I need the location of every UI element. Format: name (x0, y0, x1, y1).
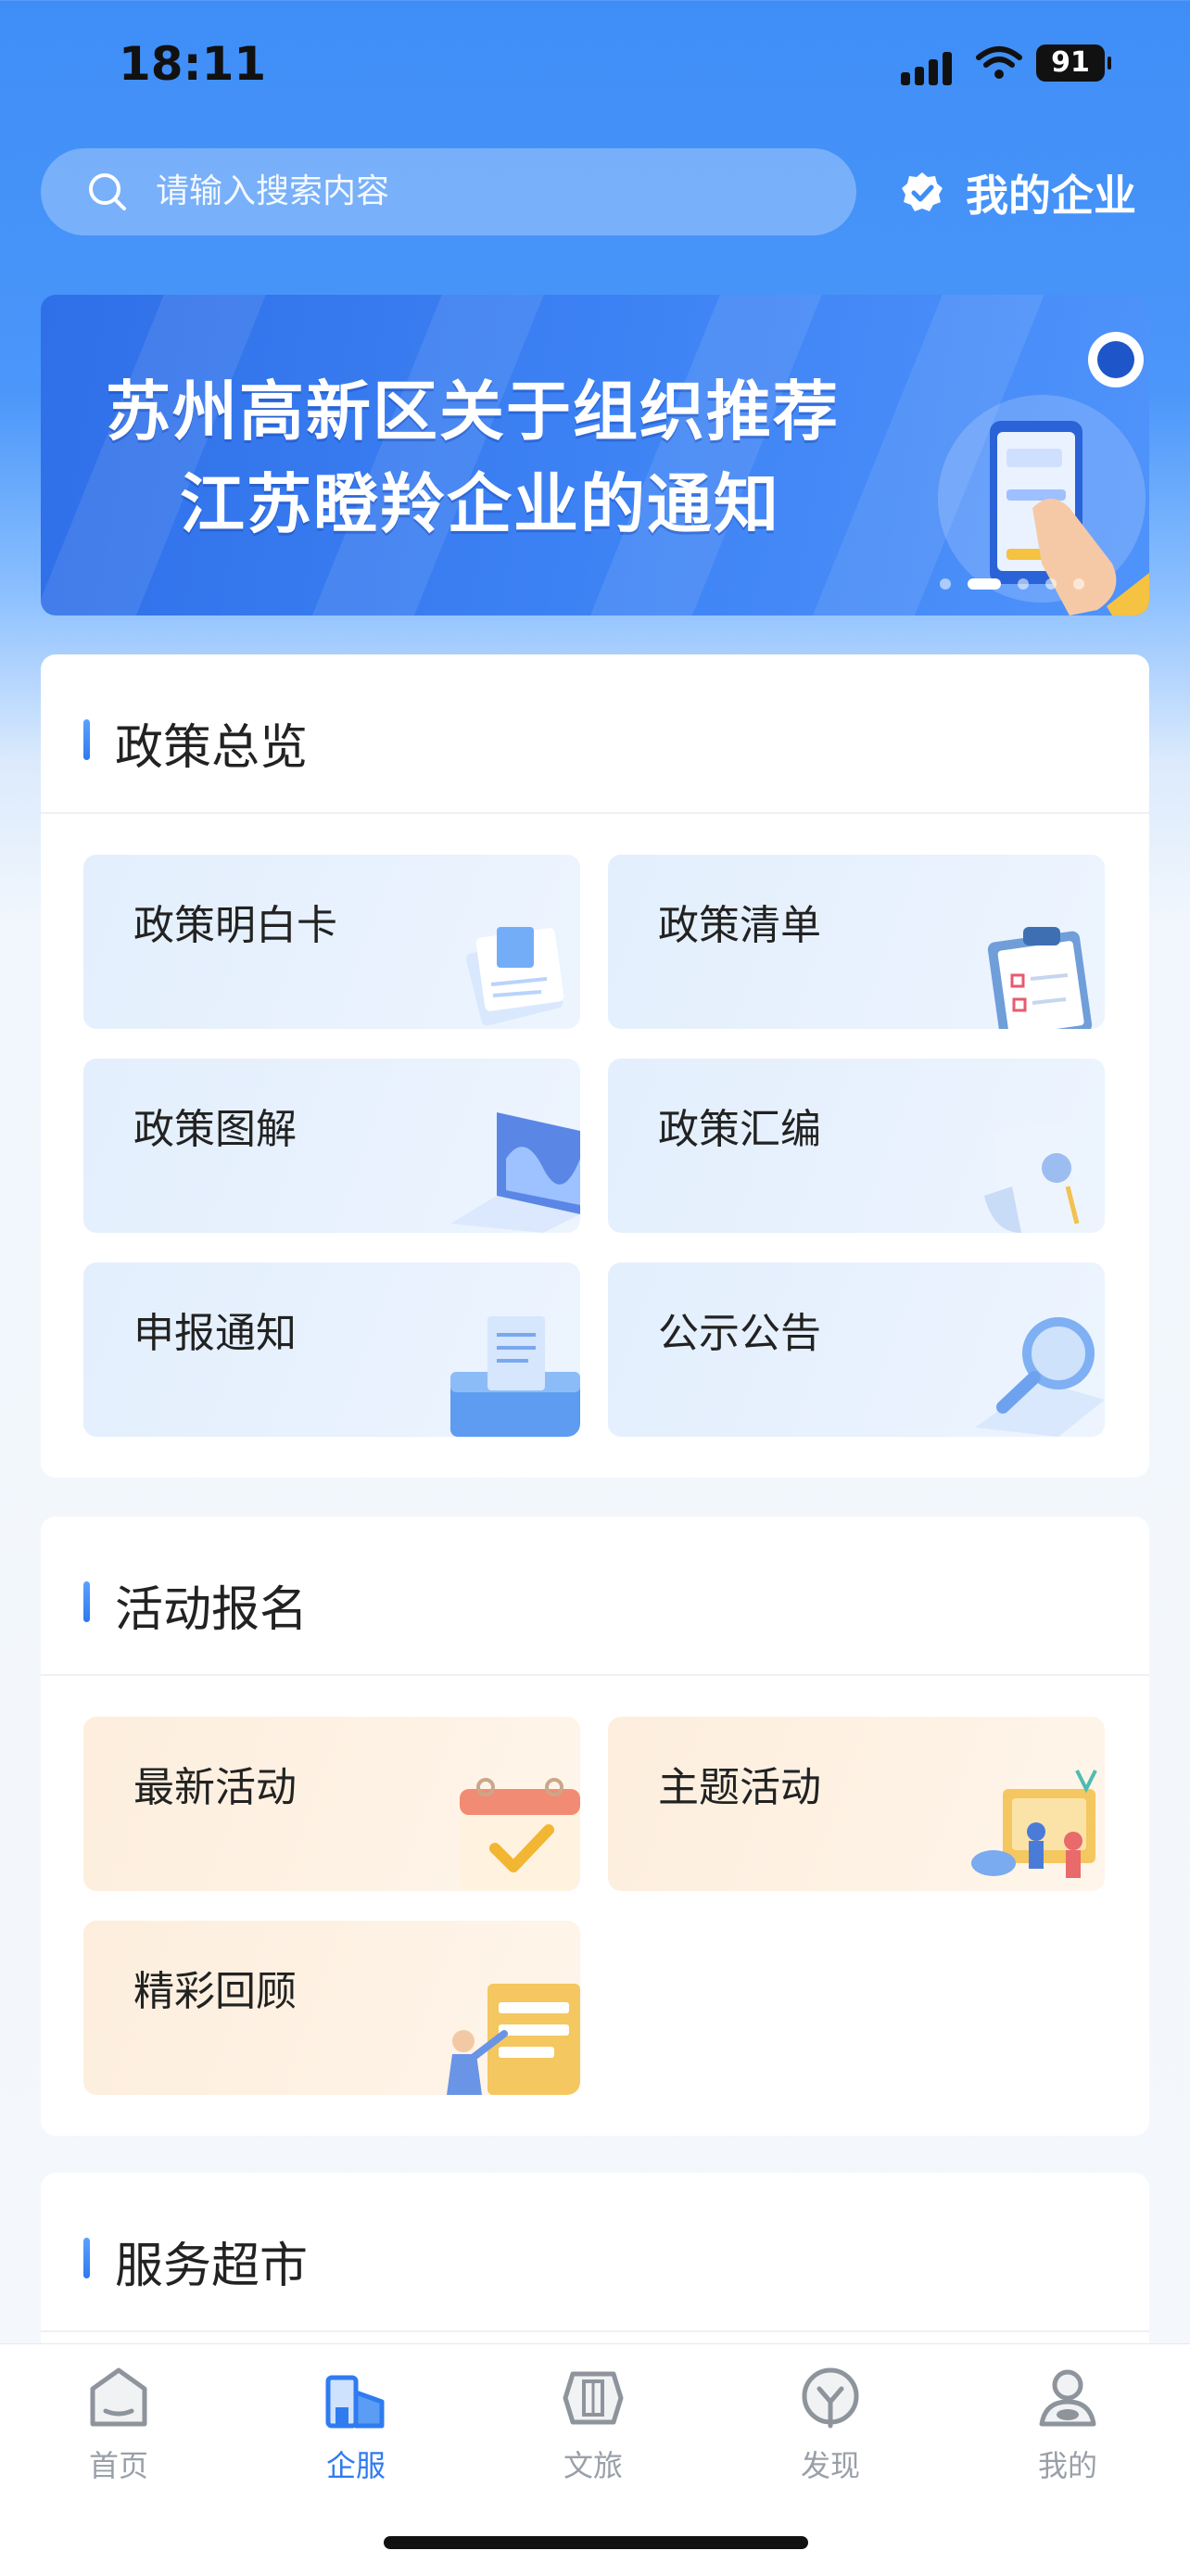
my-company-button[interactable]: 我的企业 (899, 158, 1136, 228)
banner-pagination (940, 578, 1084, 590)
banner-headline-line1: 苏州高新区关于组织推荐 (106, 374, 840, 450)
tile-label: 公示公告 (658, 1310, 821, 1357)
news-banner[interactable]: 苏州高新区关于组织推荐 江苏瞪羚企业的通知 (41, 295, 1149, 615)
search-placeholder: 请输入搜索内容 (156, 172, 390, 210)
tile-label: 最新活动 (133, 1764, 297, 1811)
tile-policy-compilation[interactable]: 政策汇编 (608, 1059, 1105, 1233)
tile-label: 精彩回顾 (133, 1968, 297, 2015)
tile-label: 申报通知 (133, 1310, 297, 1357)
battery-indicator: 91 (1036, 44, 1111, 82)
title-accent-bar (83, 2238, 90, 2278)
search-icon (89, 173, 126, 210)
activity-signup-title: 活动报名 (115, 1582, 309, 1638)
review-board-icon (447, 1984, 580, 2095)
sticky-notes-icon (465, 927, 564, 1026)
cellular-signal-icon (901, 48, 956, 85)
calendar-check-icon (460, 1778, 580, 1891)
discover-icon (802, 2367, 859, 2429)
laptop-chart-icon (450, 1112, 580, 1233)
tile-theme-activities[interactable]: 主题活动 (608, 1717, 1105, 1891)
home-icon (90, 2367, 147, 2427)
tile-label: 政策清单 (658, 902, 821, 949)
status-time: 18:11 (119, 37, 267, 91)
tile-policy-card[interactable]: 政策明白卡 (83, 855, 580, 1029)
banner-dot[interactable] (1045, 578, 1057, 590)
tab-home[interactable]: 首页 (0, 2365, 237, 2485)
tile-declaration-notice[interactable]: 申报通知 (83, 1263, 580, 1437)
status-bar: 18:11 91 (0, 0, 1190, 139)
services-market-title: 服务超市 (115, 2239, 309, 2294)
tab-discover[interactable]: 发现 (712, 2365, 949, 2485)
clipboard-checklist-icon (987, 927, 1093, 1029)
banner-dot[interactable] (940, 578, 951, 590)
activity-signup-card: 活动报名 最新活动 主题活动 精彩回顾 (41, 1516, 1149, 2136)
card-header: 活动报名 (41, 1516, 1149, 1676)
tile-label: 政策明白卡 (133, 902, 337, 949)
tile-public-announcement[interactable]: 公示公告 (608, 1263, 1105, 1437)
tab-label: 首页 (88, 2448, 148, 2483)
submit-box-icon (450, 1316, 580, 1437)
my-company-label: 我的企业 (966, 171, 1136, 221)
tile-label: 主题活动 (658, 1764, 821, 1811)
title-accent-bar (83, 1581, 90, 1622)
policy-overview-card: 政策总览 政策明白卡 政策清单 政策图解 政策汇编 申报通知 公示公告 (41, 654, 1149, 1478)
tab-enterprise[interactable]: 企服 (237, 2365, 475, 2485)
document-scroll-icon (984, 1122, 1080, 1233)
tab-culture-travel[interactable]: 文旅 (475, 2365, 712, 2485)
tile-label: 政策图解 (133, 1106, 297, 1153)
title-accent-bar (83, 719, 90, 760)
tile-highlights-review[interactable]: 精彩回顾 (83, 1921, 580, 2095)
verified-badge-icon (902, 172, 943, 211)
profile-icon (1039, 2369, 1096, 2427)
event-people-icon (971, 1770, 1097, 1878)
banner-headline-line2: 江苏瞪羚企业的通知 (180, 466, 780, 542)
banner-dot[interactable] (1073, 578, 1084, 590)
tab-label: 我的 (1037, 2448, 1097, 2483)
search-input[interactable]: 请输入搜索内容 (41, 148, 856, 235)
enterprise-building-icon (325, 2375, 385, 2429)
phone-hand-illustration-icon (938, 332, 1149, 615)
tile-policy-list[interactable]: 政策清单 (608, 855, 1105, 1029)
banner-dot-active[interactable] (968, 578, 1001, 590)
magnifier-icon (975, 1317, 1105, 1437)
banner-dot[interactable] (1018, 578, 1029, 590)
card-header: 服务超市 (41, 2173, 1149, 2332)
tab-label: 发现 (800, 2448, 860, 2483)
tile-policy-illustrated[interactable]: 政策图解 (83, 1059, 580, 1233)
tile-latest-activities[interactable]: 最新活动 (83, 1717, 580, 1891)
tab-label: 企服 (325, 2448, 386, 2483)
culture-travel-icon (563, 2371, 624, 2425)
home-indicator[interactable] (384, 2536, 808, 2549)
wifi-icon (976, 46, 1022, 79)
tab-label: 文旅 (563, 2448, 623, 2483)
policy-overview-title: 政策总览 (115, 720, 309, 776)
card-header: 政策总览 (41, 654, 1149, 814)
tile-label: 政策汇编 (658, 1106, 821, 1153)
tab-mine[interactable]: 我的 (949, 2365, 1186, 2485)
